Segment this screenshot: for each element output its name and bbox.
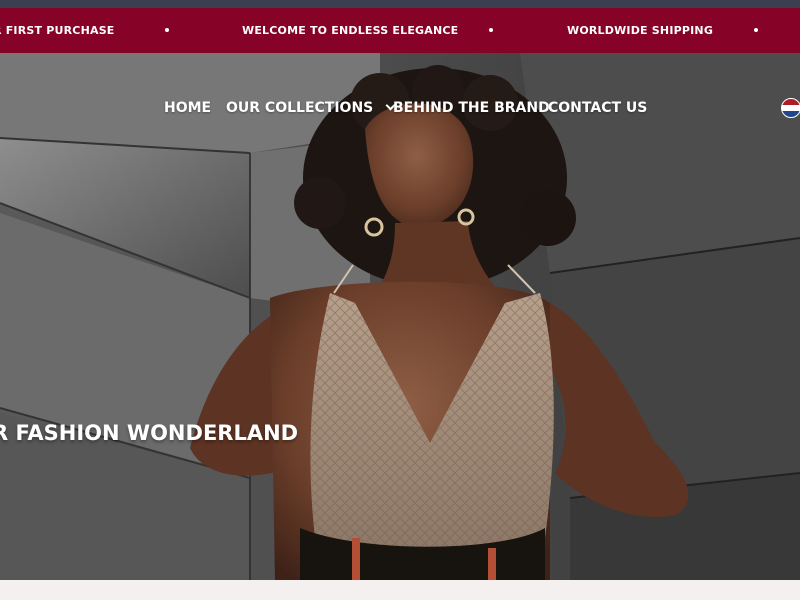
nav-our-collections-label: OUR COLLECTIONS [226, 100, 374, 116]
announcement-separator [165, 28, 169, 32]
announcement-bar: R FIRST PURCHASE WELCOME TO ENDLESS ELEG… [0, 8, 800, 53]
netherlands-flag-icon[interactable] [781, 98, 800, 118]
announcement-welcome: WELCOME TO ENDLESS ELEGANCE [242, 24, 459, 37]
announcement-separator [754, 28, 758, 32]
hero-section [0, 53, 800, 580]
main-navigation: HOME OUR COLLECTIONS BEHIND THE BRAND CO… [0, 88, 800, 128]
nav-behind-the-brand[interactable]: BEHIND THE BRAND [393, 88, 550, 128]
announcement-first-purchase: R FIRST PURCHASE [0, 24, 115, 37]
nav-contact-us[interactable]: CONTACT US [548, 88, 647, 128]
hero-photo [0, 53, 800, 580]
browser-edge [0, 0, 800, 8]
hero-headline: R FASHION WONDERLAND [0, 421, 299, 445]
nav-our-collections[interactable]: OUR COLLECTIONS [226, 88, 396, 128]
announcement-shipping: WORLDWIDE SHIPPING [567, 24, 714, 37]
nav-home[interactable]: HOME [164, 88, 211, 128]
announcement-separator [489, 28, 493, 32]
page-bottom-strip [0, 580, 800, 600]
